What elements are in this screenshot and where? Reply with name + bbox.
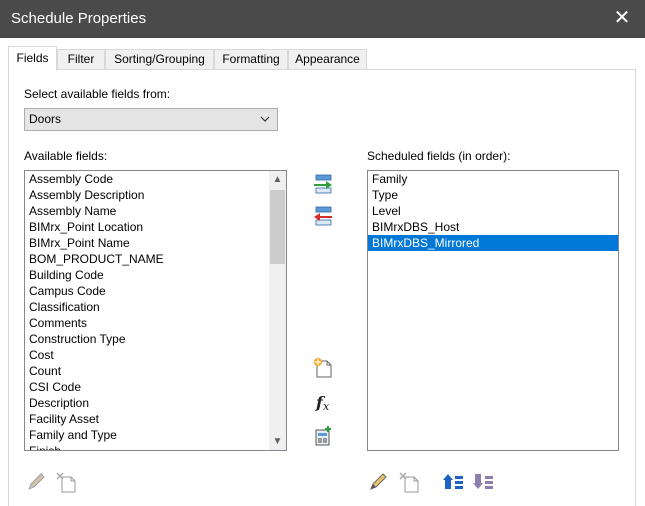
available-field-item[interactable]: Campus Code	[25, 283, 286, 299]
scheduled-field-item[interactable]: BIMrxDBS_Mirrored	[368, 235, 618, 251]
available-field-item[interactable]: Assembly Name	[25, 203, 286, 219]
available-field-item[interactable]: BOM_PRODUCT_NAME	[25, 251, 286, 267]
remove-field-button[interactable]	[311, 204, 335, 228]
available-field-item[interactable]: Count	[25, 363, 286, 379]
delete-parameter-button-right[interactable]	[397, 470, 421, 494]
combine-parameters-icon	[315, 426, 331, 446]
edit-pencil-icon	[370, 473, 387, 490]
scheduled-field-item[interactable]: Level	[368, 203, 618, 219]
remove-field-icon	[314, 206, 332, 226]
title-bar: Schedule Properties ✕	[0, 0, 645, 38]
available-field-item[interactable]: BIMrx_Point Name	[25, 235, 286, 251]
tab-appearance[interactable]: Appearance	[288, 49, 367, 70]
add-parameter-button[interactable]	[311, 356, 335, 380]
calculated-value-icon: f x	[315, 393, 330, 413]
available-fields-label: Available fields:	[24, 149, 108, 163]
available-field-item[interactable]: Assembly Code	[25, 171, 286, 187]
category-dropdown[interactable]: Doors	[24, 108, 278, 131]
tab-filter[interactable]: Filter	[57, 49, 105, 70]
available-field-item[interactable]: Finish	[25, 443, 286, 450]
tab-sorting-grouping[interactable]: Sorting/Grouping	[105, 49, 214, 70]
move-up-button[interactable]	[442, 470, 466, 494]
scheduled-field-item[interactable]: Family	[368, 171, 618, 187]
calculated-value-button[interactable]: f x	[311, 390, 335, 414]
scheduled-field-item[interactable]: BIMrxDBS_Host	[368, 219, 618, 235]
available-field-item[interactable]: Classification	[25, 299, 286, 315]
scroll-thumb[interactable]	[270, 190, 285, 264]
scroll-up-icon[interactable]: ▲	[269, 171, 286, 188]
available-fields-items: Assembly Code Assembly Description Assembl…	[25, 171, 286, 450]
available-field-item[interactable]: Description	[25, 395, 286, 411]
scheduled-fields-list[interactable]: Family Type Level BIMrxDBS_Host BIMrxDBS_Mir…	[367, 170, 619, 451]
category-dropdown-value: Doors	[29, 112, 62, 126]
move-down-button[interactable]	[472, 470, 496, 494]
move-down-icon	[473, 474, 493, 489]
combine-parameters-button[interactable]	[311, 424, 335, 448]
available-field-item[interactable]: Comments	[25, 315, 286, 331]
available-field-item[interactable]: Facility Asset	[25, 411, 286, 427]
edit-parameter-button-right[interactable]	[366, 470, 390, 494]
add-field-button[interactable]	[311, 172, 335, 196]
delete-parameter-button-left[interactable]	[54, 470, 78, 494]
move-up-icon	[443, 474, 463, 489]
delete-parameter-icon	[399, 472, 419, 493]
available-field-item[interactable]: Construction Type	[25, 331, 286, 347]
window-title: Schedule Properties	[11, 10, 147, 27]
tab-formatting[interactable]: Formatting	[214, 49, 288, 70]
close-icon[interactable]: ✕	[599, 0, 645, 38]
chevron-down-icon	[260, 116, 270, 122]
scheduled-fields-label: Scheduled fields (in order):	[367, 149, 511, 163]
available-field-item[interactable]: Cost	[25, 347, 286, 363]
tab-fields[interactable]: Fields	[8, 46, 57, 71]
add-field-icon	[314, 174, 332, 194]
available-field-item[interactable]: Family and Type	[25, 427, 286, 443]
available-field-item[interactable]: Assembly Description	[25, 187, 286, 203]
delete-parameter-icon	[56, 472, 76, 493]
add-parameter-icon	[314, 358, 332, 378]
available-fields-list[interactable]: Assembly Code Assembly Description Assembl…	[24, 170, 287, 451]
available-field-item[interactable]: CSI Code	[25, 379, 286, 395]
edit-parameter-button-left[interactable]	[24, 470, 48, 494]
scheduled-field-item[interactable]: Type	[368, 187, 618, 203]
available-field-item[interactable]: Building Code	[25, 267, 286, 283]
scroll-down-icon[interactable]: ▼	[269, 433, 286, 450]
available-fields-scrollbar[interactable]: ▲ ▼	[269, 171, 286, 450]
svg-text:x: x	[323, 400, 330, 413]
scheduled-fields-items: Family Type Level BIMrxDBS_Host BIMrxDBS_Mir…	[368, 171, 618, 251]
available-field-item[interactable]: BIMrx_Point Location	[25, 219, 286, 235]
edit-pencil-icon	[28, 473, 45, 490]
select-fields-label: Select available fields from:	[24, 87, 171, 101]
